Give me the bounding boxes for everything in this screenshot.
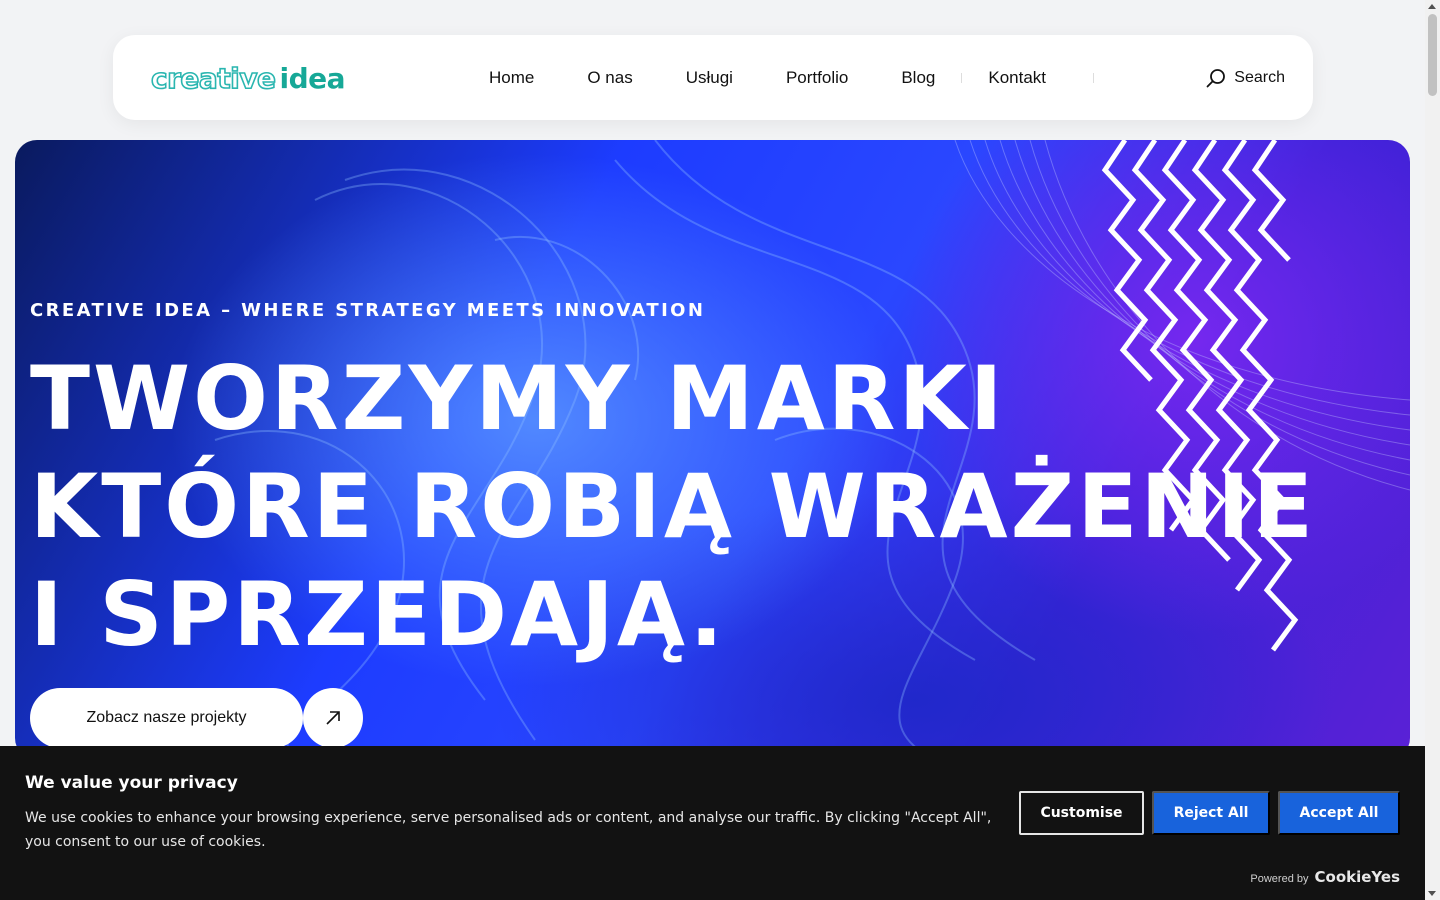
hero-headline-line-2: KTÓRE ROBIĄ WRAŻENIE bbox=[30, 455, 1317, 558]
site-logo[interactable]: creative idea bbox=[150, 61, 346, 96]
scroll-down-icon[interactable] bbox=[1428, 891, 1436, 896]
powered-by: Powered by CookieYes bbox=[1250, 868, 1400, 886]
see-projects-arrow-button[interactable] bbox=[303, 688, 363, 748]
see-projects-button[interactable]: Zobacz nasze projekty bbox=[30, 688, 303, 748]
hero-section: CREATIVE IDEA – WHERE STRATEGY MEETS INN… bbox=[15, 140, 1410, 760]
scroll-up-icon[interactable] bbox=[1428, 4, 1436, 9]
nav-divider bbox=[961, 72, 963, 83]
nav-item-home[interactable]: Home bbox=[489, 68, 534, 88]
nav-divider-search bbox=[1093, 73, 1094, 83]
hero-headline: TWORZYMY MARKI KTÓRE ROBIĄ WRAŻENIE I SP… bbox=[30, 345, 1317, 669]
page-scrollbar[interactable] bbox=[1425, 0, 1440, 900]
nav-item-o-nas[interactable]: O nas bbox=[587, 68, 632, 88]
cookieyes-logo[interactable]: CookieYes bbox=[1315, 868, 1401, 886]
hero-cta-group: Zobacz nasze projekty bbox=[30, 688, 363, 748]
hero-headline-line-3: I SPRZEDAJĄ. bbox=[30, 563, 726, 666]
customise-button[interactable]: Customise bbox=[1019, 791, 1144, 835]
hero-headline-line-1: TWORZYMY MARKI bbox=[30, 347, 1006, 450]
arrow-up-right-icon bbox=[326, 711, 340, 725]
nav-item-uslugi[interactable]: Usługi bbox=[686, 68, 733, 88]
search-label: Search bbox=[1234, 68, 1285, 86]
logo-text-creative: creative bbox=[150, 61, 277, 96]
accept-all-button[interactable]: Accept All bbox=[1278, 791, 1400, 835]
search-icon bbox=[1206, 68, 1226, 87]
nav-item-kontakt[interactable]: Kontakt bbox=[988, 68, 1046, 88]
cookie-banner: We value your privacy We use cookies to … bbox=[0, 746, 1425, 900]
site-header: creative idea Home O nas Usługi Portfoli… bbox=[113, 35, 1313, 120]
cookie-title: We value your privacy bbox=[25, 773, 238, 793]
search-button[interactable]: Search bbox=[1206, 35, 1285, 120]
main-nav: Home O nas Usługi Portfolio Blog Kontakt bbox=[489, 35, 1099, 120]
nav-item-portfolio[interactable]: Portfolio bbox=[786, 68, 848, 88]
cookie-description: We use cookies to enhance your browsing … bbox=[25, 810, 992, 850]
scrollbar-thumb[interactable] bbox=[1428, 14, 1437, 96]
hero-eyebrow: CREATIVE IDEA – WHERE STRATEGY MEETS INN… bbox=[30, 300, 706, 321]
powered-by-label: Powered by bbox=[1250, 873, 1309, 885]
reject-all-button[interactable]: Reject All bbox=[1152, 791, 1270, 835]
logo-text-idea: idea bbox=[279, 61, 346, 95]
nav-item-blog[interactable]: Blog bbox=[901, 68, 935, 88]
